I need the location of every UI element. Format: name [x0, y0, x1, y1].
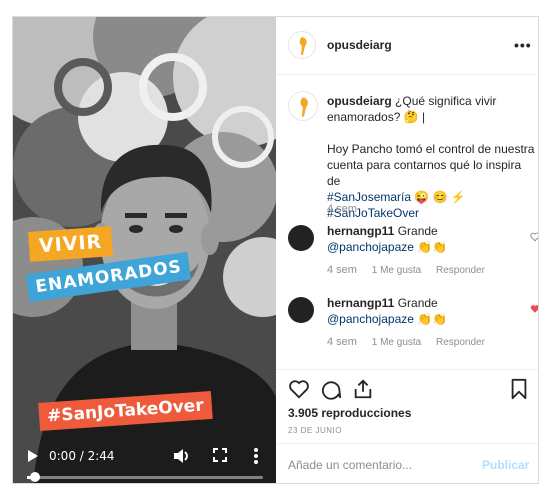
- caption-paragraph: Hoy Pancho tomó el control de nuestra cu…: [327, 141, 537, 221]
- comment-text: hernangp11 Grande @panchojapaze 👏👏: [327, 223, 507, 255]
- comment-input[interactable]: [288, 456, 468, 474]
- caption-username[interactable]: opusdeiarg: [327, 94, 392, 108]
- comment-likes[interactable]: 1 Me gusta: [372, 265, 421, 276]
- video-progress-bar[interactable]: [27, 476, 263, 479]
- instagram-post: VIVIR ENAMORADOS #SanJoTakeOver 0:00 / 2…: [12, 16, 539, 484]
- post-side-panel: opusdeiarg ••• opusdeiarg ¿Qué significa…: [276, 17, 539, 483]
- comment-meta: 4 sem 1 Me gusta Responder: [327, 336, 497, 348]
- comment-text: hernangp11 Grande @panchojapaze 👏👏: [327, 295, 507, 327]
- video-controls: 0:00 / 2:44: [13, 445, 276, 483]
- comment-likes[interactable]: 1 Me gusta: [372, 337, 421, 348]
- fullscreen-icon[interactable]: [213, 448, 227, 462]
- caption-timestamp[interactable]: 4 sem: [327, 203, 357, 215]
- comment-meta: 4 sem 1 Me gusta Responder: [327, 264, 497, 276]
- bookmark-icon[interactable]: [508, 378, 530, 400]
- more-vertical-icon[interactable]: [253, 447, 259, 465]
- sticker-vivir: VIVIR: [28, 226, 114, 262]
- play-icon[interactable]: [27, 449, 39, 463]
- caption-emoji: 😜 😊 ⚡: [411, 190, 466, 204]
- heart-icon[interactable]: [288, 378, 310, 400]
- comment: hernangp11 Grande @panchojapaze 👏👏 4 sem…: [276, 220, 539, 280]
- avatar[interactable]: [288, 31, 316, 59]
- avatar[interactable]: [288, 225, 314, 251]
- mention-link[interactable]: @panchojapaze: [327, 312, 414, 326]
- comment-body: Grande: [397, 296, 438, 310]
- post-username[interactable]: opusdeiarg: [327, 38, 392, 52]
- post-date[interactable]: 23 DE JUNIO: [288, 426, 342, 435]
- volume-icon[interactable]: [173, 448, 191, 464]
- view-count[interactable]: 3.905 reproducciones: [288, 406, 411, 420]
- avatar[interactable]: [288, 91, 318, 121]
- comment-icon[interactable]: [320, 378, 342, 400]
- opus-dei-logo-icon: [299, 37, 307, 55]
- video-scrubber-handle[interactable]: [29, 472, 40, 482]
- comment-username[interactable]: hernangp11: [327, 296, 394, 310]
- post-header: opusdeiarg •••: [276, 17, 538, 75]
- caption-line2: Hoy Pancho tomó el control de nuestra cu…: [327, 142, 535, 188]
- reply-button[interactable]: Responder: [436, 337, 485, 348]
- heart-icon[interactable]: [530, 232, 539, 242]
- mention-link[interactable]: @panchojapaze: [327, 240, 414, 254]
- share-icon[interactable]: [352, 378, 374, 400]
- comment-emoji: 👏👏: [413, 240, 448, 254]
- post-actions: 3.905 reproducciones 23 DE JUNIO: [276, 369, 538, 435]
- video-time: 0:00 / 2:44: [49, 449, 115, 463]
- video-player[interactable]: VIVIR ENAMORADOS #SanJoTakeOver 0:00 / 2…: [13, 17, 276, 483]
- comment-timestamp[interactable]: 4 sem: [327, 264, 357, 276]
- reply-button[interactable]: Responder: [436, 265, 485, 276]
- heart-filled-icon[interactable]: [530, 304, 539, 314]
- caption-text: opusdeiarg ¿Qué significa vivir enamorad…: [327, 93, 537, 221]
- comment-body: Grande: [397, 224, 438, 238]
- comment-emoji: 👏👏: [413, 312, 448, 326]
- add-comment-bar: Publicar: [276, 443, 538, 483]
- hashtag-link[interactable]: #SanJosemaría: [327, 190, 411, 204]
- avatar[interactable]: [288, 297, 314, 323]
- comment: hernangp11 Grande @panchojapaze 👏👏 4 sem…: [276, 292, 539, 352]
- publish-button[interactable]: Publicar: [482, 458, 529, 472]
- comment-timestamp[interactable]: 4 sem: [327, 336, 357, 348]
- more-options-icon[interactable]: •••: [514, 37, 532, 53]
- opus-dei-logo-icon: [300, 97, 308, 117]
- comment-username[interactable]: hernangp11: [327, 224, 394, 238]
